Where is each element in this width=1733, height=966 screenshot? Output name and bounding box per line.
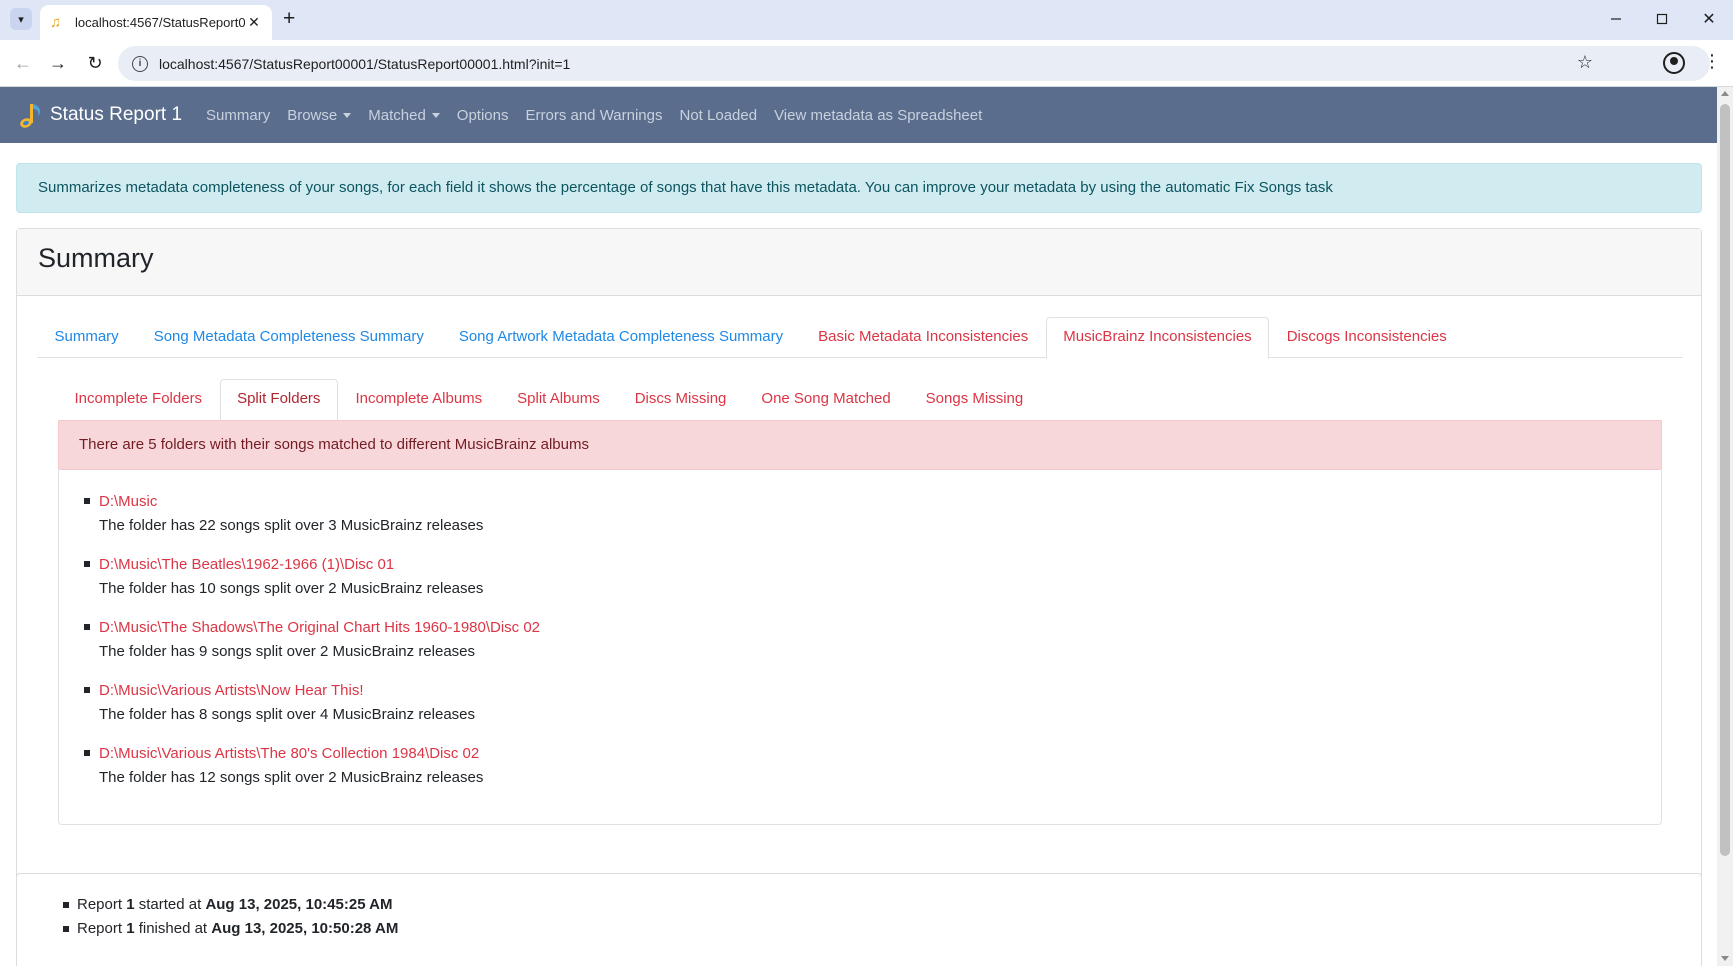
report-number: 1: [126, 896, 135, 913]
report-word: Report: [77, 920, 123, 937]
back-arrow-icon[interactable]: ←: [11, 51, 35, 75]
report-word: Report: [77, 896, 123, 913]
address-bar[interactable]: i localhost:4567/StatusReport00001/Statu…: [118, 46, 1710, 81]
browser-toolbar: ← → ↻ i localhost:4567/StatusReport00001…: [0, 40, 1733, 87]
report-footer: Report 1 started at Aug 13, 2025, 10:45:…: [16, 873, 1702, 966]
subtab-incomplete-folders[interactable]: Incomplete Folders: [57, 379, 220, 420]
folder-list: D:\Music The folder has 22 songs split o…: [59, 470, 1661, 790]
list-item: D:\Music\The Shadows\The Original Chart …: [84, 616, 1661, 664]
card-header: Summary: [17, 229, 1701, 296]
page-title: Summary: [38, 243, 154, 273]
subtab-songs-missing[interactable]: Songs Missing: [908, 379, 1041, 420]
tab-basic-metadata-inconsistencies[interactable]: Basic Metadata Inconsistencies: [801, 317, 1046, 358]
browser-tabstrip: ▾ ♫ localhost:4567/StatusReport00001/Sta…: [0, 0, 1733, 40]
forward-arrow-icon[interactable]: →: [46, 51, 70, 75]
nav-browse-label: Browse: [287, 106, 338, 124]
nav-summary[interactable]: Summary: [206, 107, 270, 124]
window-maximize-icon[interactable]: [1651, 8, 1673, 30]
reload-icon[interactable]: ↻: [83, 51, 107, 75]
music-note-icon: ♫: [50, 13, 62, 31]
folder-description: The folder has 9 songs split over 2 Musi…: [99, 643, 476, 660]
tab-search-chevron-icon[interactable]: ▾: [10, 8, 32, 30]
window-close-icon[interactable]: ✕: [1698, 8, 1720, 30]
window-minimize-icon[interactable]: [1605, 8, 1627, 30]
folder-description: The folder has 12 songs split over 2 Mus…: [99, 769, 484, 786]
sub-tabs: Incomplete Folders Split Folders Incompl…: [57, 379, 1661, 421]
brand-music-icon[interactable]: [18, 101, 45, 129]
page-viewport: Status Report 1 Summary Browse Matched O…: [0, 87, 1717, 966]
folder-link[interactable]: D:\Music\Various Artists\Now Hear This!: [99, 679, 1661, 703]
caret-down-icon: [431, 113, 440, 119]
browser-tab[interactable]: ♫ localhost:4567/StatusReport00001/Statu…: [40, 5, 272, 40]
danger-alert: There are 5 folders with their songs mat…: [58, 420, 1662, 470]
scroll-up-arrow-icon[interactable]: [1721, 91, 1729, 96]
tab-summary[interactable]: Summary: [37, 317, 136, 358]
nav-matched-dropdown[interactable]: Matched: [368, 107, 440, 124]
profile-icon[interactable]: [1663, 52, 1685, 74]
folder-description: The folder has 22 songs split over 3 Mus…: [99, 517, 484, 534]
scroll-thumb[interactable]: [1720, 104, 1730, 856]
summary-card: Summary Summary Song Metadata Completene…: [16, 228, 1702, 948]
subtab-discs-missing[interactable]: Discs Missing: [617, 379, 744, 420]
site-info-icon[interactable]: i: [132, 55, 148, 72]
subtab-split-folders[interactable]: Split Folders: [219, 379, 338, 421]
tab-song-metadata-completeness[interactable]: Song Metadata Completeness Summary: [136, 317, 441, 358]
nav-options[interactable]: Options: [457, 107, 509, 124]
bookmark-star-icon[interactable]: ☆: [1577, 52, 1593, 73]
started-text: started at: [138, 896, 202, 913]
tab-close-icon[interactable]: ✕: [246, 14, 262, 31]
folder-link[interactable]: D:\Music\Various Artists\The 80's Collec…: [99, 742, 1661, 766]
brand-title[interactable]: Status Report 1: [50, 104, 182, 126]
info-alert: Summarizes metadata completeness of your…: [16, 163, 1702, 213]
address-url[interactable]: localhost:4567/StatusReport00001/StatusR…: [159, 56, 570, 72]
nav-browse-dropdown[interactable]: Browse: [287, 106, 352, 124]
report-times-list: Report 1 started at Aug 13, 2025, 10:45:…: [17, 874, 1701, 941]
report-started-line: Report 1 started at Aug 13, 2025, 10:45:…: [63, 893, 1701, 917]
tab-musicbrainz-inconsistencies[interactable]: MusicBrainz Inconsistencies: [1045, 317, 1270, 359]
folder-link[interactable]: D:\Music: [99, 490, 1661, 514]
subtab-split-albums[interactable]: Split Albums: [500, 379, 618, 420]
folder-description: The folder has 8 songs split over 4 Musi…: [99, 706, 476, 723]
report-number: 1: [126, 920, 135, 937]
finished-text: finished at: [138, 920, 208, 937]
browser-menu-icon[interactable]: ⋮: [1703, 51, 1721, 72]
caret-down-icon: [343, 113, 352, 119]
tab-title: localhost:4567/StatusReport00001/StatusR…: [75, 15, 245, 30]
list-item: D:\Music\The Beatles\1962-1966 (1)\Disc …: [84, 553, 1661, 601]
report-finished-line: Report 1 finished at Aug 13, 2025, 10:50…: [63, 917, 1701, 941]
list-item: D:\Music\Various Artists\The 80's Collec…: [84, 742, 1661, 790]
app-navbar: Status Report 1 Summary Browse Matched O…: [0, 87, 1717, 143]
subtab-one-song-matched[interactable]: One Song Matched: [744, 379, 908, 420]
tab-discogs-inconsistencies[interactable]: Discogs Inconsistencies: [1269, 317, 1464, 358]
started-time: Aug 13, 2025, 10:45:25 AM: [205, 896, 393, 913]
page-scrollbar[interactable]: [1717, 87, 1733, 966]
main-tabs: Summary Song Metadata Completeness Summa…: [37, 317, 1683, 359]
list-item: D:\Music\Various Artists\Now Hear This! …: [84, 679, 1661, 727]
tab-song-artwork-completeness[interactable]: Song Artwork Metadata Completeness Summa…: [441, 317, 800, 358]
nav-matched-label: Matched: [368, 106, 426, 124]
split-folders-panel: There are 5 folders with their songs mat…: [58, 420, 1662, 825]
nav-view-spreadsheet[interactable]: View metadata as Spreadsheet: [774, 107, 982, 124]
folder-link[interactable]: D:\Music\The Beatles\1962-1966 (1)\Disc …: [99, 553, 1661, 577]
finished-time: Aug 13, 2025, 10:50:28 AM: [211, 920, 399, 937]
scroll-down-arrow-icon[interactable]: [1721, 956, 1729, 961]
nav-not-loaded[interactable]: Not Loaded: [680, 107, 758, 124]
folder-description: The folder has 10 songs split over 2 Mus…: [99, 580, 484, 597]
list-item: D:\Music The folder has 22 songs split o…: [84, 490, 1661, 538]
new-tab-plus-icon[interactable]: +: [283, 8, 295, 30]
subtab-incomplete-albums[interactable]: Incomplete Albums: [338, 379, 500, 420]
folder-link[interactable]: D:\Music\The Shadows\The Original Chart …: [99, 616, 1661, 640]
nav-errors-warnings[interactable]: Errors and Warnings: [526, 107, 663, 124]
